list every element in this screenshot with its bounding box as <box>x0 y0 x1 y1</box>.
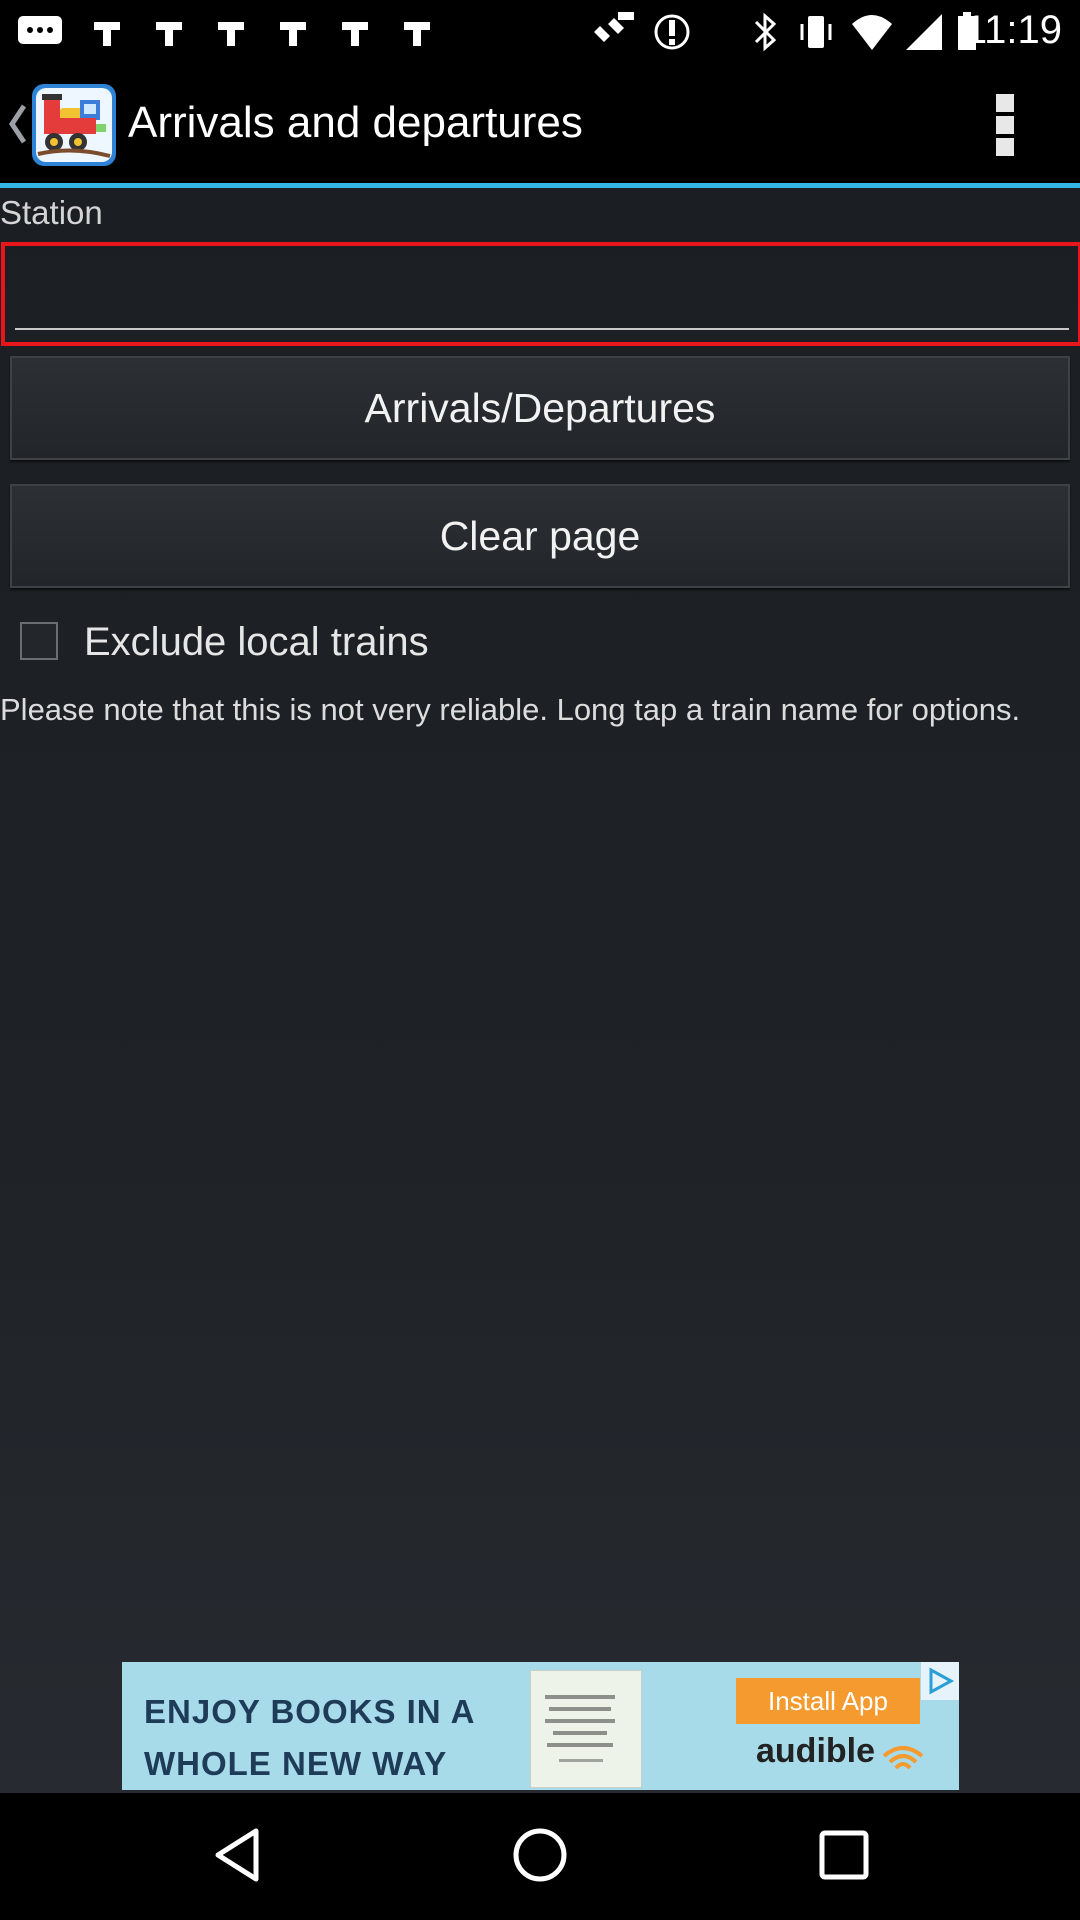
ad-install-button[interactable]: Install App <box>736 1678 920 1724</box>
vibrate-icon <box>800 16 832 48</box>
page-title: Arrivals and departures <box>128 98 583 147</box>
station-input[interactable] <box>15 256 1069 330</box>
notification-icon <box>218 22 244 46</box>
station-label: Station <box>0 194 103 231</box>
station-field-container <box>1 242 1080 346</box>
overflow-menu-icon[interactable] <box>990 90 1020 160</box>
ad-choices-icon[interactable] <box>921 1662 959 1700</box>
navigation-bar <box>0 1793 1080 1920</box>
signal-icon <box>906 14 942 50</box>
wifi-icon <box>852 15 892 50</box>
book-cover-icon <box>545 1695 615 1762</box>
back-icon[interactable] <box>206 1823 270 1887</box>
ad-headline: ENJOY BOOKS IN A WHOLE NEW WAY <box>144 1686 475 1790</box>
exclude-local-trains-label[interactable]: Exclude local trains <box>84 620 429 665</box>
ad-banner[interactable]: ENJOY BOOKS IN A WHOLE NEW WAY Install A… <box>122 1662 959 1790</box>
notification-icon <box>156 22 182 46</box>
menu-dot <box>996 116 1014 134</box>
play-triangle-icon <box>929 1667 955 1695</box>
main-content: Station Arrivals/Departures Clear page E… <box>0 188 1080 1793</box>
chat-icon <box>18 16 62 44</box>
bluetooth-icon <box>754 12 777 52</box>
notification-icon <box>94 22 120 46</box>
audible-wave-icon <box>882 1746 924 1770</box>
reliability-note: Please note that this is not very reliab… <box>0 692 1021 727</box>
status-bar: 11:19 <box>0 0 1080 62</box>
notification-icon <box>404 22 430 46</box>
notification-icon <box>280 22 306 46</box>
menu-dot <box>996 94 1014 112</box>
recent-apps-icon[interactable] <box>812 1823 876 1887</box>
ad-headline-line1: ENJOY BOOKS IN A <box>144 1693 476 1730</box>
clear-page-button[interactable]: Clear page <box>10 484 1070 588</box>
train-app-icon[interactable] <box>32 84 116 166</box>
satellite-icon <box>654 14 690 50</box>
ad-book-image <box>530 1670 642 1788</box>
arrivals-departures-button[interactable]: Arrivals/Departures <box>10 356 1070 460</box>
exclude-local-trains-checkbox[interactable] <box>20 622 58 660</box>
ad-brand-name: audible <box>756 1732 876 1770</box>
up-chevron-icon[interactable] <box>6 102 28 146</box>
notification-icon <box>342 22 368 46</box>
fake-gps-icon <box>594 12 634 42</box>
action-bar: Arrivals and departures <box>0 62 1080 186</box>
status-time: 11:19 <box>964 8 1062 52</box>
menu-dot <box>996 138 1014 156</box>
ad-headline-line2: WHOLE NEW WAY <box>144 1745 448 1782</box>
home-icon[interactable] <box>508 1823 572 1887</box>
